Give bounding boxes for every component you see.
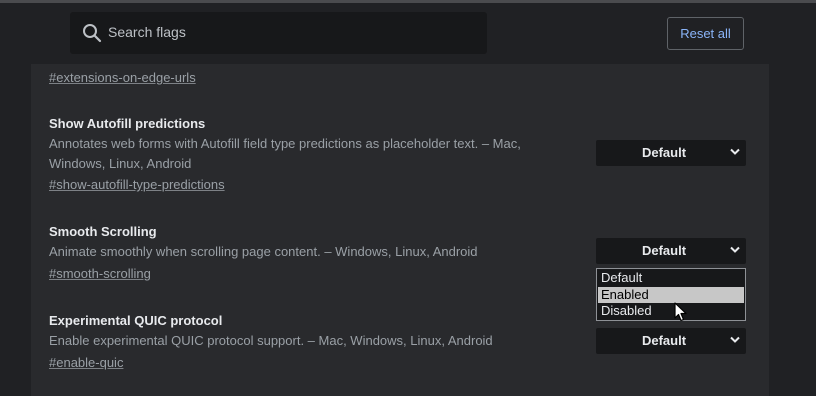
smooth-scrolling-dropdown-list: Default Enabled Disabled (596, 268, 746, 321)
chevron-down-icon (730, 148, 740, 155)
mouse-cursor-icon (674, 302, 687, 322)
search-placeholder: Search flags (108, 24, 186, 40)
select-smooth-scrolling[interactable]: Default (596, 238, 746, 264)
select-show-autofill-predictions[interactable]: Default (596, 140, 746, 166)
select-value: Default (641, 333, 687, 348)
dropdown-option-disabled[interactable]: Disabled (598, 303, 744, 319)
reset-all-button[interactable]: Reset all (667, 17, 744, 50)
flag-title-show-autofill-predictions: Show Autofill predictions (49, 116, 206, 131)
search-icon (83, 24, 102, 43)
flag-desc-smooth-scrolling: Animate smoothly when scrolling page con… (49, 244, 478, 259)
chevron-down-icon (730, 246, 740, 253)
flag-desc-show-autofill-predictions: Annotates web forms with Autofill field … (49, 136, 521, 151)
dropdown-option-enabled[interactable]: Enabled (598, 287, 744, 303)
flag-title-smooth-scrolling: Smooth Scrolling (49, 224, 157, 239)
flag-link-enable-quic[interactable]: #enable-quic (49, 355, 123, 370)
flag-link-extensions-on-edge-urls[interactable]: #extensions-on-edge-urls (49, 70, 196, 85)
flag-link-smooth-scrolling[interactable]: #smooth-scrolling (49, 266, 151, 281)
flag-desc-show-autofill-predictions-line2: Windows, Linux, Android (49, 156, 192, 171)
search-input[interactable]: Search flags (70, 12, 487, 54)
flag-desc-experimental-quic-protocol: Enable experimental QUIC protocol suppor… (49, 333, 493, 348)
select-value: Default (641, 145, 687, 160)
flag-title-experimental-quic-protocol: Experimental QUIC protocol (49, 313, 223, 328)
dropdown-option-default[interactable]: Default (598, 270, 744, 286)
select-experimental-quic-protocol[interactable]: Default (596, 328, 746, 354)
flag-link-show-autofill-type-predictions[interactable]: #show-autofill-type-predictions (49, 177, 225, 192)
select-value: Default (641, 243, 687, 258)
chevron-down-icon (730, 336, 740, 343)
flags-header: Search flags Reset all (0, 3, 816, 64)
